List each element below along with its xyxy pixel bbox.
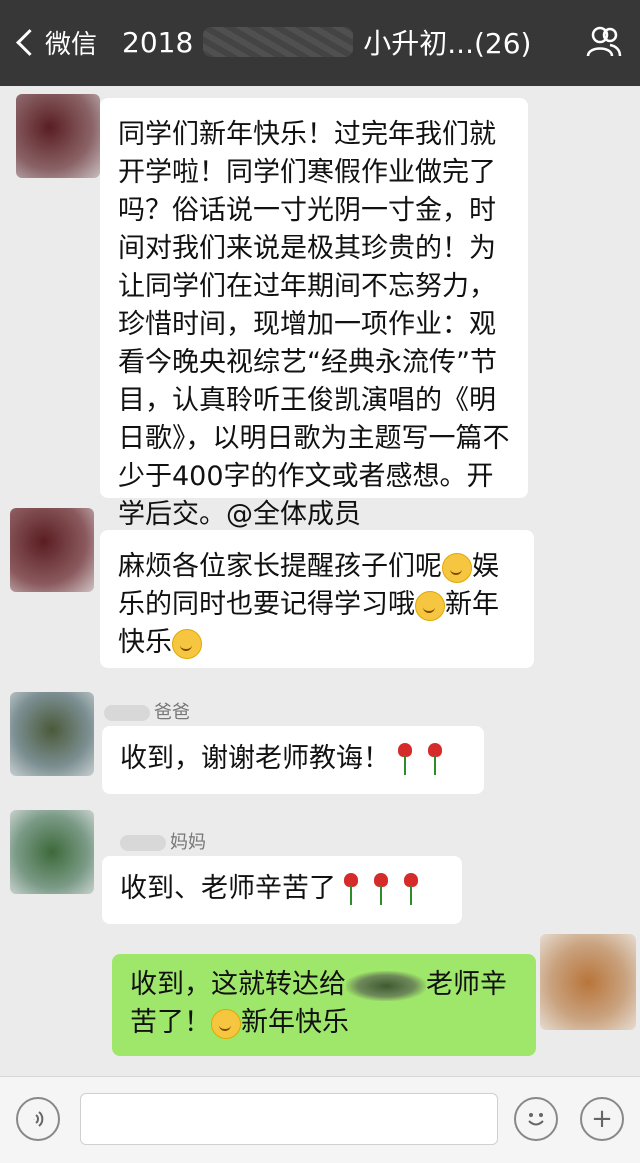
message-bubble[interactable]: 麻烦各位家长提醒孩子们呢 娱乐的同时也要记得学习哦 新年快乐 [100,530,534,668]
rose-emoji-icon [340,872,362,907]
top-nav-bar: 微信 2018 小升初...(26) [0,0,640,86]
rose-emoji-icon [370,872,392,907]
back-label: 微信 [45,29,98,60]
avatar[interactable] [10,508,94,592]
message-text: 收到、老师辛苦了 [120,873,336,904]
chat-title-prefix: 2018 [122,25,194,59]
blurred-name [120,835,166,851]
smile-emoji-icon [211,1008,241,1039]
message-text: 麻烦各位家长提醒孩子们呢 [118,551,442,582]
smile-emoji-icon [172,628,202,659]
smile-emoji-icon [442,552,472,583]
sender-name: 爸爸 [104,698,190,724]
plus-icon: + [591,1104,613,1134]
voice-icon [33,1111,44,1127]
blurred-name [346,970,426,1001]
emoji-button[interactable] [514,1097,558,1141]
group-members-icon[interactable] [586,26,622,58]
smile-face-icon [528,1113,544,1126]
message-bubble[interactable]: 收到、老师辛苦了 [102,856,462,924]
message-text: 收到，谢谢老师教诲！ [120,743,390,774]
back-button[interactable]: 微信 [14,22,97,62]
blurred-title-segment [203,27,354,57]
avatar[interactable] [10,810,94,894]
chat-title: 2018 小升初...(26) [122,22,542,62]
more-plus-button[interactable]: + [580,1097,624,1141]
avatar[interactable] [10,692,94,776]
chat-title-suffix: 小升初...(26) [363,27,532,60]
message-input-bar: + [0,1076,640,1163]
my-avatar[interactable] [540,934,636,1030]
sender-name-text: 妈妈 [170,832,206,853]
message-text: 同学们新年快乐！过完年我们就开学啦！同学们寒假作业做完了吗？俗话说一寸光阴一寸金… [118,119,510,530]
chevron-left-icon [16,28,43,56]
message-text-input[interactable] [80,1093,498,1145]
sender-name: 妈妈 [120,828,206,854]
message-text: 新年快乐 [241,1007,349,1038]
my-message-bubble[interactable]: 收到，这就转达给 老师辛苦了！ 新年快乐 [112,954,536,1056]
chat-area[interactable]: 同学们新年快乐！过完年我们就开学啦！同学们寒假作业做完了吗？俗话说一寸光阴一寸金… [0,86,640,1076]
message-text: 收到，这就转达给 [130,969,346,1000]
message-bubble[interactable]: 收到，谢谢老师教诲！ [102,726,484,794]
rose-emoji-icon [394,742,416,777]
rose-emoji-icon [400,872,422,907]
rose-emoji-icon [424,742,446,777]
blurred-name [104,705,150,721]
smile-emoji-icon [415,590,445,621]
avatar[interactable] [16,94,100,178]
message-bubble[interactable]: 同学们新年快乐！过完年我们就开学啦！同学们寒假作业做完了吗？俗话说一寸光阴一寸金… [100,98,528,530]
sender-name-text: 爸爸 [154,702,190,723]
voice-input-button[interactable] [16,1097,60,1141]
